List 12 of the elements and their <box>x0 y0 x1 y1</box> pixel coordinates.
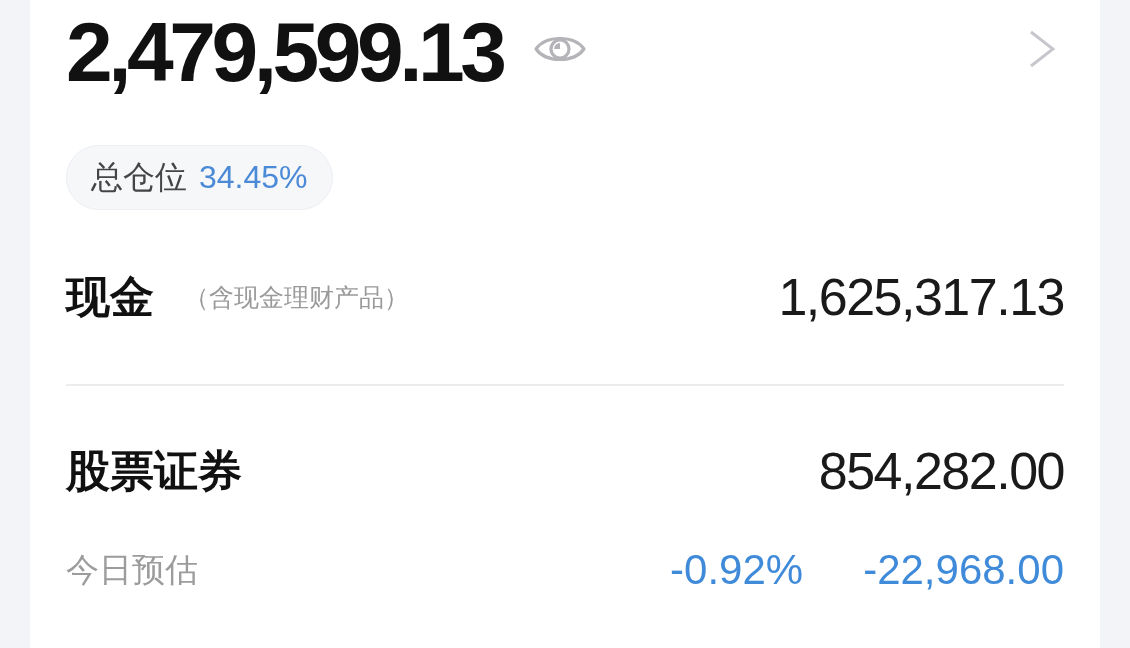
today-change: -22,968.00 <box>863 546 1064 594</box>
today-percent: -0.92% <box>670 546 804 594</box>
section-label: 现金 <box>66 269 154 324</box>
section-amount: 854,282.00 <box>818 441 1064 501</box>
chevron-right-icon[interactable] <box>1029 30 1055 68</box>
section-label: 股票证券 <box>66 443 242 498</box>
position-label: 总仓位 <box>91 156 187 198</box>
position-value: 34.45% <box>199 159 308 196</box>
today-label: 今日预估 <box>66 548 198 591</box>
section-note: （含现金理财产品） <box>184 281 409 314</box>
section-amount: 1,625,317.13 <box>778 267 1064 327</box>
total-amount: 2,479,599.13 <box>66 10 503 94</box>
